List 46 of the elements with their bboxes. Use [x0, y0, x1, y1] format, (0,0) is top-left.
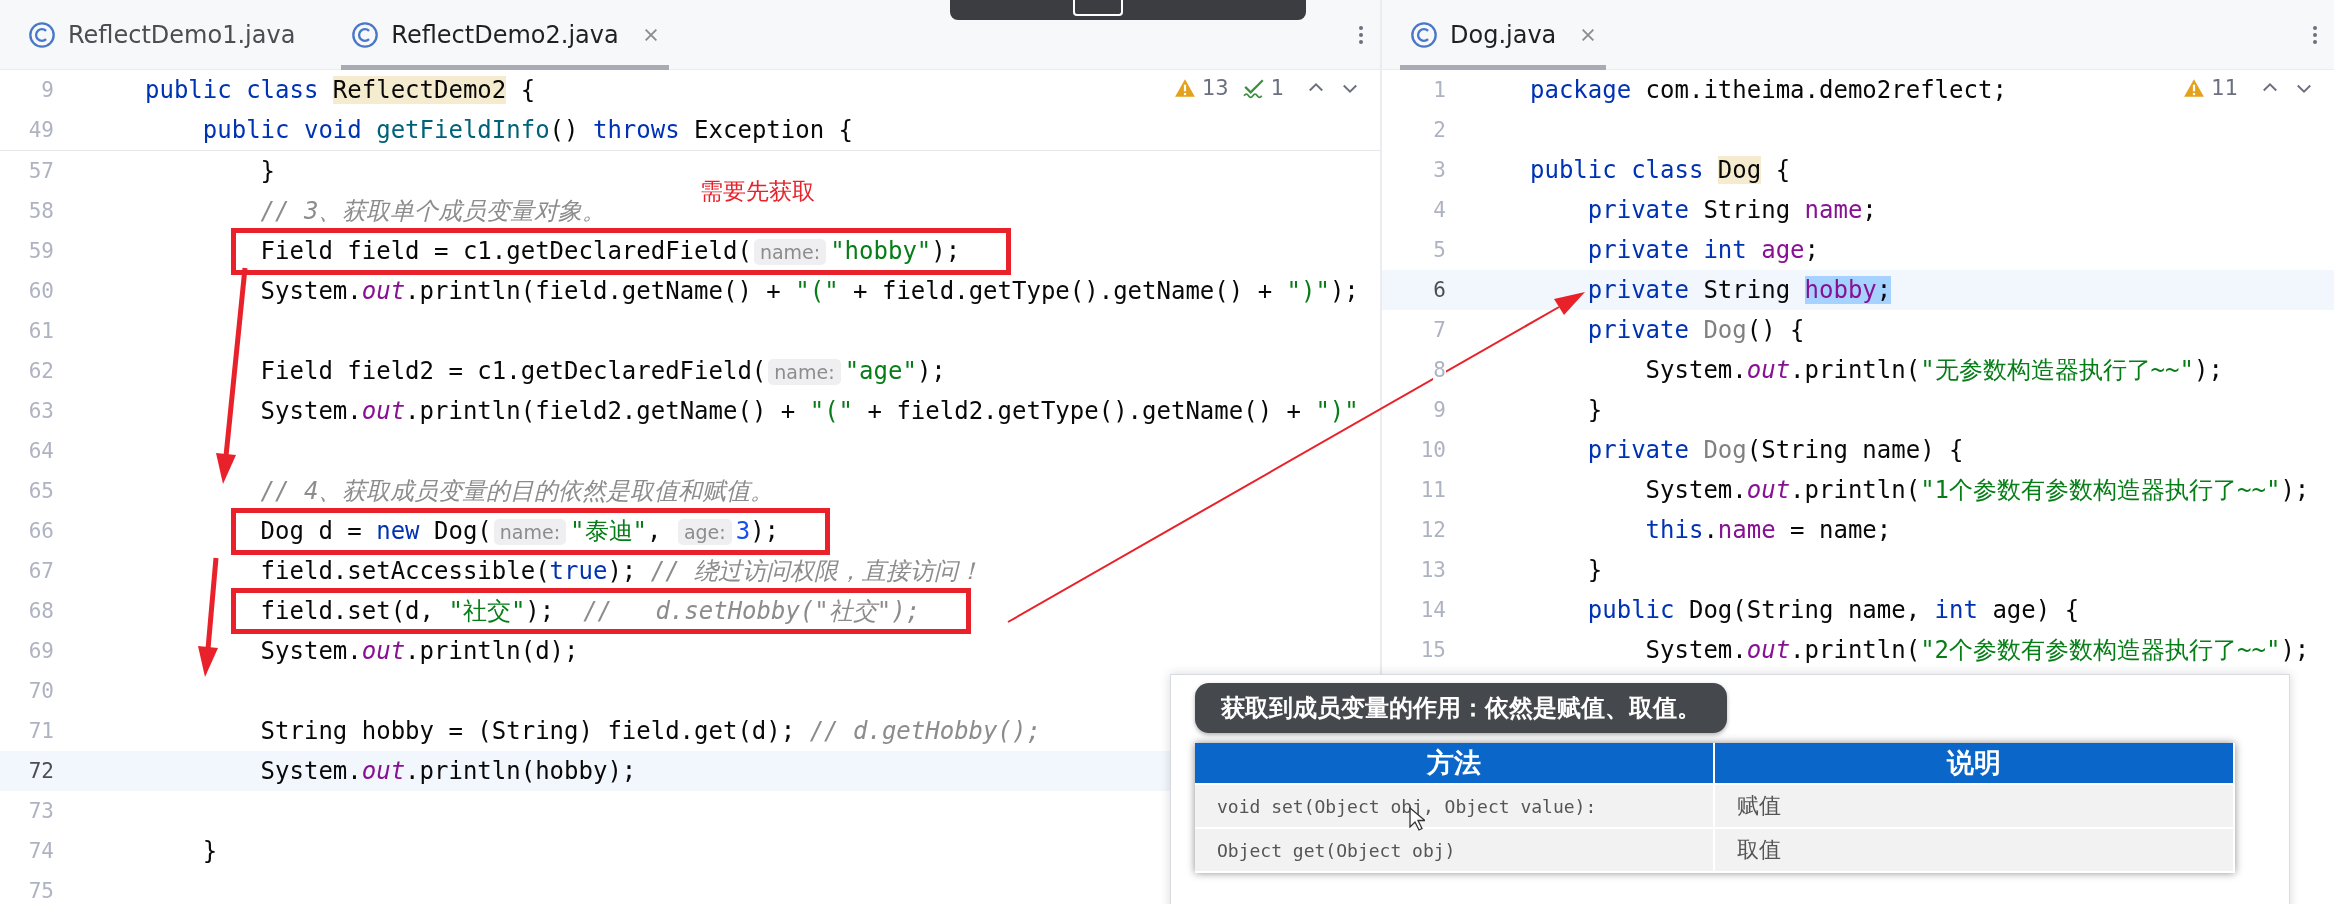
problem-count: 11: [2211, 76, 2238, 100]
code-line: private Dog() {: [1587, 315, 1805, 346]
code-line: package com.itheima.demo2reflect;: [1530, 75, 2007, 106]
problem-count: 1: [1270, 76, 1284, 100]
code-line: // 3、获取单个成员变量对象。: [260, 196, 607, 227]
column-header: 说明: [1715, 743, 2235, 785]
code-line: public class ReflectDemo2 {: [145, 75, 536, 106]
code-line: String hobby = (String) field.get(d); // d.getHobby();: [260, 716, 1041, 747]
code-line: }: [202, 836, 218, 867]
close-icon[interactable]: [642, 26, 659, 43]
code-line: public class Dog {: [1530, 155, 1791, 186]
code-line: System.out.println("无参数构造器执行了~~");: [1645, 355, 2223, 386]
code-line: System.out.println(field2.getName() + "(" + field2.getType().getName() + ")": [260, 396, 1359, 427]
code-line: System.out.println(d);: [260, 636, 579, 667]
table-cell: 取值: [1715, 829, 2235, 873]
code-line: }: [1587, 555, 1603, 586]
code-line: private Dog(String name) {: [1587, 435, 1964, 466]
code-line: System.out.println(hobby);: [260, 756, 637, 787]
class-file-icon: [1410, 20, 1438, 49]
toolbar-button[interactable]: [1073, 0, 1123, 16]
code-line: System.out.println("2个参数有参数构造器执行了~~");: [1645, 635, 2310, 666]
table-cell: Object get(Object obj): [1195, 829, 1715, 873]
code-line: System.out.println(field.getName() + "(" + field.getType().getName() + ")");: [260, 276, 1359, 307]
close-icon[interactable]: [1580, 26, 1597, 43]
code-line: Field field2 = c1.getDeclaredField( name: "age");: [260, 355, 946, 387]
class-file-icon: [351, 20, 380, 49]
code-line: public Dog(String name, int age) {: [1587, 595, 2080, 626]
problem-count: 13: [1201, 76, 1229, 100]
code-line: private String name;: [1587, 195, 1877, 226]
code-line: this.name = name;: [1645, 515, 1892, 546]
code-line: private int age;: [1587, 235, 1819, 266]
code-line: private String hobby;: [1587, 275, 1892, 306]
code-line: // 4、获取成员变量的目的依然是取值和赋值。: [260, 476, 775, 507]
file-tab[interactable]: ReflectDemo1.java: [18, 0, 306, 70]
line-number: 8: [1433, 358, 1446, 382]
code-line: }: [1587, 395, 1603, 426]
code-line: public void getFieldInfo() throws Exception {: [202, 115, 854, 146]
code-line: }: [260, 156, 276, 187]
column-header: 方法: [1195, 743, 1715, 785]
annotation-note: 需要先获取: [700, 177, 815, 206]
typo-check-icon[interactable]: [1242, 77, 1265, 99]
table-cell: 赋值: [1715, 785, 2235, 829]
class-file-icon: [28, 20, 56, 49]
code-line: field.setAccessible(true); // 绕过访问权限，直接访问！: [260, 556, 983, 587]
code-line: System.out.println("1个参数有参数构造器执行了~~");: [1645, 475, 2310, 506]
popup-title: 获取到成员变量的作用：依然是赋值、取值。: [1195, 683, 1727, 733]
